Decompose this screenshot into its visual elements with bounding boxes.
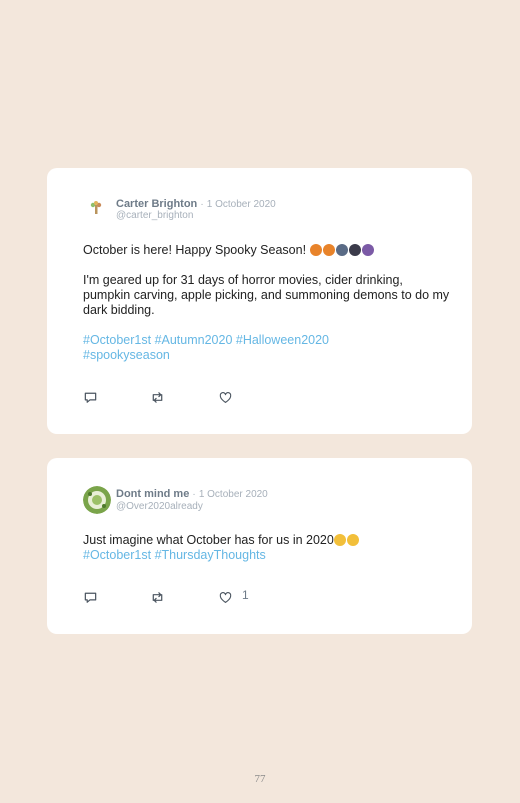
ghost-person-icon xyxy=(335,244,348,256)
author-name[interactable]: Carter Brighton xyxy=(116,198,197,210)
reply-icon xyxy=(84,592,97,603)
heart-icon xyxy=(219,592,232,603)
post-card: Carter Brighton · 1 October 2020 @carter… xyxy=(47,168,472,434)
author-handle[interactable]: @Over2020already xyxy=(116,501,203,512)
avatar[interactable] xyxy=(83,196,109,222)
retweet-icon xyxy=(152,592,163,603)
post-card: Dont mind me · 1 October 2020 @Over2020a… xyxy=(47,458,472,634)
like-button[interactable] xyxy=(218,590,234,606)
jack-o-lantern-icon xyxy=(322,244,335,256)
retweet-button[interactable] xyxy=(150,590,166,606)
page-number: 77 xyxy=(254,773,266,785)
heart-icon xyxy=(219,392,232,403)
reply-icon xyxy=(84,392,97,403)
retweet-icon xyxy=(152,392,163,403)
separator: · xyxy=(200,199,204,210)
post-line: Just imagine what October has for us in … xyxy=(83,533,334,547)
jack-o-lantern-icon xyxy=(309,244,322,256)
author-name[interactable]: Dont mind me xyxy=(116,488,189,500)
wreath-icon xyxy=(83,486,111,514)
reply-button[interactable] xyxy=(83,590,99,606)
emoji-group xyxy=(309,243,375,257)
post-body: October is here! Happy Spooky Season! I'… xyxy=(83,243,453,363)
author-handle[interactable]: @carter_brighton xyxy=(116,210,193,221)
post-paragraph: I'm geared up for 31 days of horror movi… xyxy=(83,273,450,317)
emoji-group xyxy=(333,533,360,547)
post-line: October is here! Happy Spooky Season! xyxy=(83,243,310,257)
retweet-button[interactable] xyxy=(150,390,166,406)
like-button[interactable] xyxy=(218,390,234,406)
separator: · xyxy=(192,489,196,500)
post-body: Just imagine what October has for us in … xyxy=(83,533,453,563)
vampire-icon xyxy=(348,244,361,256)
reply-button[interactable] xyxy=(83,390,99,406)
unamused-face-icon xyxy=(333,534,346,546)
avatar[interactable] xyxy=(83,486,111,514)
hashtags[interactable]: #October1st #ThursdayThoughts xyxy=(83,548,453,563)
tree-icon xyxy=(83,196,109,222)
post-date[interactable]: 1 October 2020 xyxy=(199,489,268,500)
witch-icon xyxy=(361,244,374,256)
post-date[interactable]: 1 October 2020 xyxy=(207,199,276,210)
hashtags[interactable]: #spookyseason xyxy=(83,348,453,363)
hashtags[interactable]: #October1st #Autumn2020 #Halloween2020 xyxy=(83,333,453,348)
like-count: 1 xyxy=(242,588,249,602)
unamused-face-icon xyxy=(346,534,359,546)
